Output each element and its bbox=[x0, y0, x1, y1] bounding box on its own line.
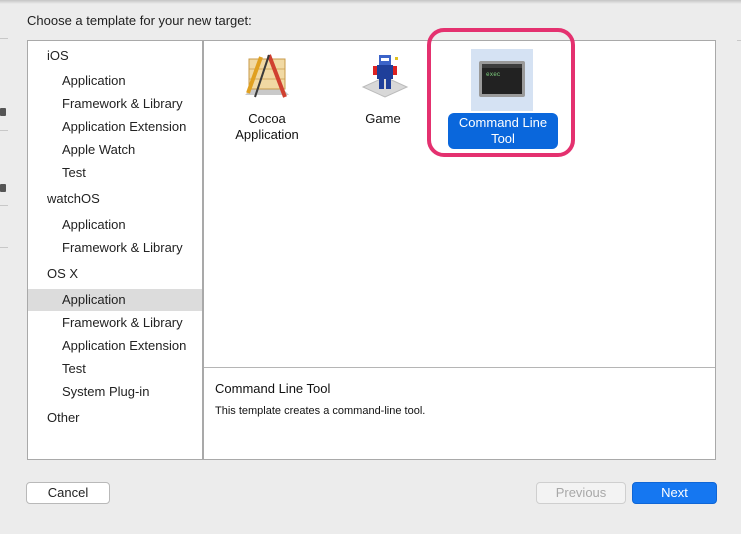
template-label: Application bbox=[235, 127, 299, 142]
background-window-line bbox=[0, 247, 8, 248]
sidebar-item-osx-system-plugin[interactable]: System Plug-in bbox=[28, 381, 202, 403]
next-button[interactable]: Next bbox=[632, 482, 717, 504]
background-window-line bbox=[0, 205, 8, 206]
background-window-line bbox=[0, 130, 8, 131]
dialog-title: Choose a template for your new target: bbox=[27, 13, 252, 28]
sidebar-item-ios-application[interactable]: Application bbox=[28, 70, 202, 92]
previous-button[interactable]: Previous bbox=[536, 482, 626, 504]
sidebar-item-watchos-framework-library[interactable]: Framework & Library bbox=[28, 237, 202, 259]
sidebar-item-ios-test[interactable]: Test bbox=[28, 162, 202, 184]
template-category-sidebar: iOS Application Framework & Library Appl… bbox=[27, 40, 203, 460]
background-window-line bbox=[737, 40, 741, 41]
sidebar-item-osx-application-extension[interactable]: Application Extension bbox=[28, 335, 202, 357]
sidebar-item-ios-framework-library[interactable]: Framework & Library bbox=[28, 93, 202, 115]
template-game[interactable]: Game bbox=[328, 45, 438, 155]
sidebar-item-osx-application[interactable]: Application bbox=[28, 289, 202, 311]
sidebar-group-osx[interactable]: OS X bbox=[47, 266, 78, 281]
sidebar-item-ios-apple-watch[interactable]: Apple Watch bbox=[28, 139, 202, 161]
sidebar-item-osx-test[interactable]: Test bbox=[28, 358, 202, 380]
sidebar-group-other[interactable]: Other bbox=[47, 410, 80, 425]
game-icon bbox=[361, 55, 409, 98]
sidebar-group-watchos[interactable]: watchOS bbox=[47, 191, 100, 206]
template-description-title: Command Line Tool bbox=[215, 381, 331, 396]
template-cocoa-application[interactable]: Cocoa Application bbox=[212, 45, 322, 155]
cocoa-app-icon bbox=[245, 54, 289, 98]
background-window-glyph bbox=[0, 108, 6, 116]
window-edge bbox=[0, 0, 741, 4]
template-description-text: This template creates a command-line too… bbox=[215, 405, 426, 417]
template-label: Cocoa bbox=[248, 111, 286, 126]
sidebar-item-osx-framework-library[interactable]: Framework & Library bbox=[28, 312, 202, 334]
annotation-highlight-ring bbox=[427, 28, 575, 157]
background-window-line bbox=[0, 38, 8, 39]
sidebar-item-ios-application-extension[interactable]: Application Extension bbox=[28, 116, 202, 138]
sidebar-group-ios[interactable]: iOS bbox=[47, 48, 69, 63]
background-window-glyph bbox=[0, 184, 6, 192]
sidebar-item-watchos-application[interactable]: Application bbox=[28, 214, 202, 236]
panel-divider bbox=[204, 367, 715, 368]
cancel-button[interactable]: Cancel bbox=[26, 482, 110, 504]
template-label: Game bbox=[365, 111, 401, 126]
